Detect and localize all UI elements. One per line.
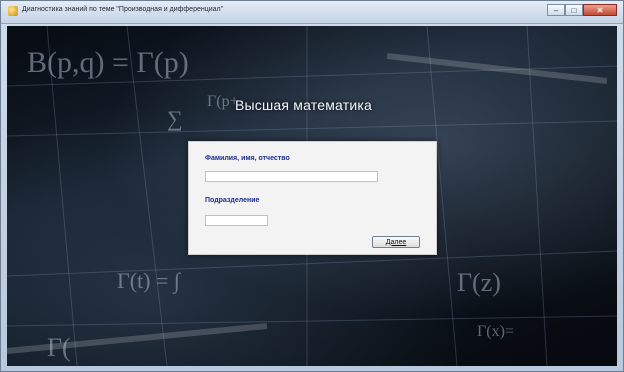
bg-formula-4: Γ(z) xyxy=(457,268,501,297)
bg-formula-1: B(p,q) = Γ(p) xyxy=(27,46,189,79)
title-bar[interactable]: Диагностика знаний по теме "Производная … xyxy=(1,1,623,24)
bg-formula-2: Γ(p+ xyxy=(207,93,239,110)
bg-formula-6: ∑ xyxy=(167,106,183,131)
maximize-button[interactable]: □ xyxy=(565,4,583,16)
department-input[interactable] xyxy=(205,215,268,226)
maximize-icon: □ xyxy=(571,5,577,15)
main-content: B(p,q) = Γ(p) Γ(p+ Γ(t) = ∫ Γ(z) Γ( ∑ Γ(… xyxy=(7,26,617,366)
window-title: Диагностика знаний по теме "Производная … xyxy=(22,6,224,13)
minimize-icon: – xyxy=(553,5,559,15)
window-controls: – □ ✕ xyxy=(547,4,617,16)
app-icon xyxy=(8,6,18,16)
minimize-button[interactable]: – xyxy=(547,4,565,16)
login-form-panel: Фамилия, имя, отчество Подразделение Дал… xyxy=(188,141,437,255)
bg-formula-5: Γ( xyxy=(47,333,71,362)
page-title: Высшая математика xyxy=(235,97,372,113)
close-icon: ✕ xyxy=(596,5,604,15)
next-button[interactable]: Далее xyxy=(372,236,420,248)
fio-input[interactable] xyxy=(205,171,378,182)
close-button[interactable]: ✕ xyxy=(583,4,617,16)
department-label: Подразделение xyxy=(205,197,260,204)
bg-formula-3: Γ(t) = ∫ xyxy=(117,268,182,294)
bg-formula-7: Γ(x)= xyxy=(477,323,514,340)
fio-label: Фамилия, имя, отчество xyxy=(205,155,290,162)
app-window: Диагностика знаний по теме "Производная … xyxy=(0,0,624,372)
